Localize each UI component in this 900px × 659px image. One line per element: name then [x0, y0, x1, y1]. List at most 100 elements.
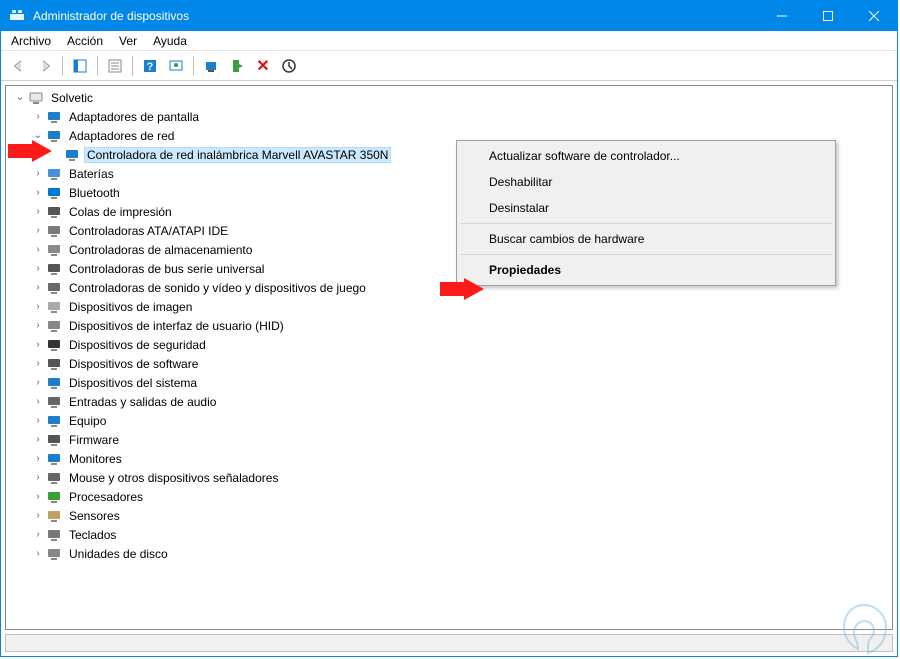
expander-icon[interactable]: › — [30, 510, 46, 521]
menu-ayuda[interactable]: Ayuda — [145, 32, 195, 50]
expander-icon[interactable]: › — [30, 358, 46, 369]
tree-category-label: Colas de impresión — [66, 204, 175, 220]
device-category-icon — [46, 508, 62, 524]
device-category-icon — [46, 280, 62, 296]
minimize-button[interactable] — [759, 1, 805, 31]
expander-icon[interactable]: › — [30, 301, 46, 312]
toolbar: ? ✕ — [1, 51, 897, 81]
tree-category[interactable]: › Dispositivos del sistema — [8, 373, 890, 392]
tree-root-label: Solvetic — [48, 90, 96, 106]
help-button[interactable]: ? — [138, 54, 162, 78]
expander-icon[interactable]: ⌄ — [12, 92, 28, 103]
tree-category-label: Dispositivos de imagen — [66, 299, 195, 315]
device-tree-container[interactable]: ⌄ Solvetic › Adaptadores de pantalla ⌄ A… — [5, 85, 893, 630]
toolbar-separator — [132, 56, 133, 76]
tree-category[interactable]: › Firmware — [8, 430, 890, 449]
tree-category[interactable]: › Dispositivos de interfaz de usuario (H… — [8, 316, 890, 335]
context-menu-separator — [460, 223, 832, 224]
tree-root[interactable]: ⌄ Solvetic — [8, 88, 890, 107]
device-icon — [64, 147, 80, 163]
expander-icon[interactable]: › — [30, 339, 46, 350]
expander-icon[interactable]: › — [30, 453, 46, 464]
tree-category-label: Unidades de disco — [66, 546, 171, 562]
disable-button[interactable]: ✕ — [251, 54, 275, 78]
expander-icon[interactable]: › — [30, 320, 46, 331]
tree-category[interactable]: › Adaptadores de pantalla — [8, 107, 890, 126]
expander-icon[interactable]: › — [30, 225, 46, 236]
expander-icon[interactable]: › — [30, 377, 46, 388]
context-menu-item[interactable]: Propiedades — [459, 257, 833, 283]
expander-icon[interactable]: › — [30, 491, 46, 502]
device-category-icon — [46, 109, 62, 125]
forward-button[interactable] — [33, 54, 57, 78]
computer-icon — [28, 90, 44, 106]
toolbar-separator — [97, 56, 98, 76]
tree-category[interactable]: › Dispositivos de seguridad — [8, 335, 890, 354]
device-category-icon — [46, 413, 62, 429]
context-menu-item[interactable]: Deshabilitar — [459, 169, 833, 195]
tree-category-label: Controladoras ATA/ATAPI IDE — [66, 223, 231, 239]
device-category-icon — [46, 375, 62, 391]
device-category-icon — [46, 451, 62, 467]
device-category-icon — [46, 394, 62, 410]
expander-icon[interactable]: › — [30, 111, 46, 122]
tree-category[interactable]: › Equipo — [8, 411, 890, 430]
tree-category-label: Sensores — [66, 508, 123, 524]
properties-button[interactable] — [103, 54, 127, 78]
uninstall-button[interactable] — [225, 54, 249, 78]
menu-ver[interactable]: Ver — [111, 32, 145, 50]
tree-category[interactable]: › Teclados — [8, 525, 890, 544]
expander-icon[interactable]: › — [30, 472, 46, 483]
app-icon — [9, 8, 25, 24]
toolbar-separator — [62, 56, 63, 76]
expander-icon[interactable]: › — [30, 244, 46, 255]
context-menu-item[interactable]: Desinstalar — [459, 195, 833, 221]
tree-category[interactable]: › Procesadores — [8, 487, 890, 506]
window-title: Administrador de dispositivos — [33, 9, 759, 23]
expander-icon[interactable]: › — [30, 529, 46, 540]
tree-category[interactable]: › Sensores — [8, 506, 890, 525]
context-menu: Actualizar software de controlador...Des… — [456, 140, 836, 286]
device-category-icon — [46, 185, 62, 201]
tree-category[interactable]: › Entradas y salidas de audio — [8, 392, 890, 411]
expander-icon[interactable]: › — [30, 434, 46, 445]
context-menu-item[interactable]: Actualizar software de controlador... — [459, 143, 833, 169]
tree-category-label: Controladoras de almacenamiento — [66, 242, 255, 258]
menu-accion[interactable]: Acción — [59, 32, 111, 50]
device-category-icon — [46, 356, 62, 372]
device-category-icon — [46, 470, 62, 486]
device-category-icon — [46, 261, 62, 277]
expander-icon[interactable]: › — [30, 263, 46, 274]
tree-category[interactable]: › Unidades de disco — [8, 544, 890, 563]
annotation-arrow-1 — [8, 140, 52, 162]
back-button[interactable] — [7, 54, 31, 78]
device-category-icon — [46, 318, 62, 334]
enable-button[interactable] — [277, 54, 301, 78]
expander-icon[interactable]: › — [30, 282, 46, 293]
device-category-icon — [46, 337, 62, 353]
expander-icon[interactable]: › — [30, 548, 46, 559]
tree-category[interactable]: › Monitores — [8, 449, 890, 468]
menu-archivo[interactable]: Archivo — [3, 32, 59, 50]
device-category-icon — [46, 204, 62, 220]
tree-category-label: Mouse y otros dispositivos señaladores — [66, 470, 281, 486]
expander-icon[interactable]: › — [30, 415, 46, 426]
update-driver-button[interactable] — [199, 54, 223, 78]
titlebar: Administrador de dispositivos — [1, 1, 897, 31]
maximize-button[interactable] — [805, 1, 851, 31]
expander-icon[interactable]: › — [30, 168, 46, 179]
close-button[interactable] — [851, 1, 897, 31]
device-category-icon — [46, 527, 62, 543]
context-menu-item[interactable]: Buscar cambios de hardware — [459, 226, 833, 252]
tree-category-label: Procesadores — [66, 489, 146, 505]
tree-category-label: Firmware — [66, 432, 122, 448]
tree-category[interactable]: › Mouse y otros dispositivos señaladores — [8, 468, 890, 487]
expander-icon[interactable]: › — [30, 206, 46, 217]
tree-category-label: Baterías — [66, 166, 117, 182]
tree-category-label: Dispositivos de interfaz de usuario (HID… — [66, 318, 287, 334]
show-hide-console-tree-button[interactable] — [68, 54, 92, 78]
tree-category[interactable]: › Dispositivos de software — [8, 354, 890, 373]
scan-hardware-button[interactable] — [164, 54, 188, 78]
expander-icon[interactable]: › — [30, 187, 46, 198]
expander-icon[interactable]: › — [30, 396, 46, 407]
